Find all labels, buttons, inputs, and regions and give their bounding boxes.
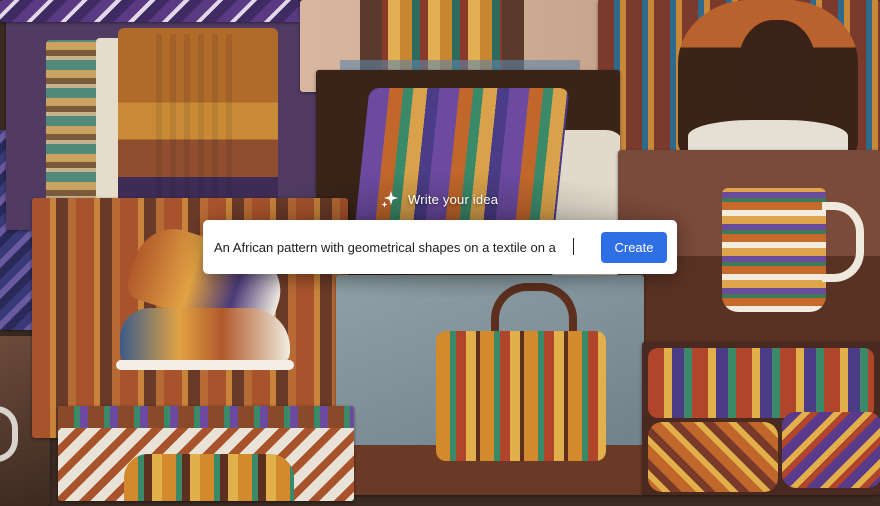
sparkle-icon — [380, 189, 400, 209]
sofa-cushions-image — [642, 342, 880, 495]
text-caret — [573, 238, 574, 255]
handbag-image — [336, 275, 644, 495]
prompt-input[interactable] — [214, 236, 580, 258]
top-left-corner-fabric-image — [0, 0, 300, 22]
duffel-bag-image — [58, 406, 354, 501]
woman-headwrap-image — [598, 0, 880, 158]
create-button[interactable]: Create — [601, 232, 667, 263]
idea-label-text: Write your idea — [408, 191, 499, 207]
idea-heading: Write your idea — [380, 188, 498, 210]
prompt-box: Create — [203, 220, 677, 274]
